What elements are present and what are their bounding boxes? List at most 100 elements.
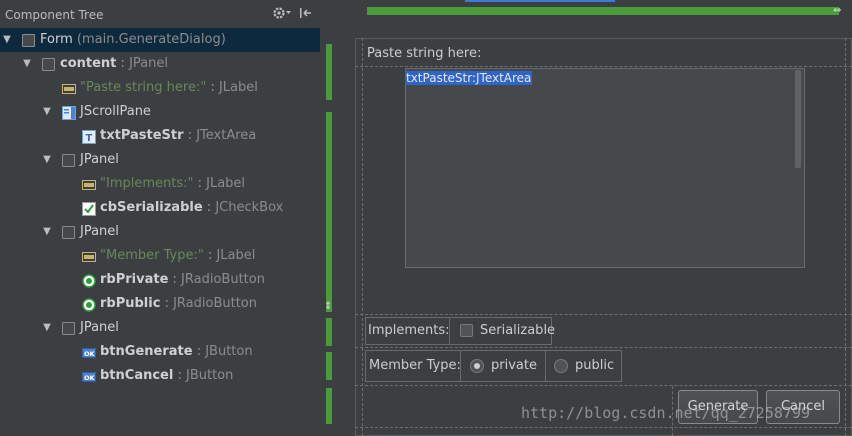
tree-item-name: JPanel	[80, 224, 119, 239]
tree-row-btncancel[interactable]: OK btnCancel : JButton	[0, 364, 320, 388]
tree-row-txtpastestr[interactable]: T txtPasteStr : JTextArea	[0, 124, 320, 148]
public-label[interactable]: public	[575, 358, 614, 373]
tree-item-name: JPanel	[80, 320, 119, 335]
resize-handle-icon[interactable]: ⇕	[324, 301, 332, 312]
member-type-label: Member Type:	[369, 358, 461, 373]
svg-text:OK: OK	[84, 350, 96, 358]
watermark: http://blog.csdn.net/qq_27258799	[521, 404, 810, 422]
panel-icon	[62, 322, 75, 335]
radio-selected-dot	[474, 363, 480, 369]
tree-item-name: Form	[40, 32, 73, 47]
serializable-checkbox[interactable]	[460, 324, 473, 337]
implements-label: Implements:	[368, 323, 450, 338]
svg-text:OK: OK	[84, 374, 96, 382]
expand-arrow-icon[interactable]: ▼	[20, 52, 34, 76]
grid-guide	[355, 66, 852, 67]
tree-row-jpanel-1[interactable]: ▼ JPanel	[0, 148, 320, 172]
tree-row-paste-label[interactable]: "Paste string here:" : JLabel	[0, 76, 320, 100]
tree-row-jpanel-2[interactable]: ▼ JPanel	[0, 220, 320, 244]
vertical-scrollbar[interactable]	[795, 70, 801, 168]
tree-row-rbprivate[interactable]: rbPrivate : JRadioButton	[0, 268, 320, 292]
tree-item-separator: :	[168, 272, 182, 287]
private-label[interactable]: private	[491, 358, 537, 373]
grid-guide	[355, 347, 852, 348]
tree-row-cbserializable[interactable]: cbSerializable : JCheckBox	[0, 196, 320, 220]
tree-item-name: content	[60, 56, 117, 71]
serializable-label[interactable]: Serializable	[480, 323, 555, 338]
tree-item-name: JScrollPane	[80, 104, 151, 119]
expand-arrow-icon[interactable]: ▼	[40, 220, 54, 244]
tree-item-separator: :	[116, 56, 130, 71]
tree-item-separator: :	[160, 296, 174, 311]
tree-item-name: btnGenerate	[100, 344, 193, 359]
tree-item-class: JRadioButton	[173, 296, 258, 311]
divider	[460, 350, 461, 382]
tree-row-content[interactable]: ▼ content : JPanel	[0, 52, 320, 76]
tree-item-name: "Paste string here:"	[80, 80, 207, 95]
tree-item-class: JButton	[205, 344, 253, 359]
panel-icon	[62, 154, 75, 167]
tree-item-name: "Implements:"	[100, 176, 194, 191]
hide-panel-icon[interactable]	[298, 5, 314, 21]
text-area-icon: T	[82, 129, 96, 144]
layout-guide-bar	[326, 318, 332, 346]
private-radio[interactable]	[470, 359, 484, 373]
tree-row-form[interactable]: ▼ Form (main.GenerateDialog)	[0, 28, 320, 52]
paste-text-area[interactable]	[405, 68, 805, 268]
expand-arrow-icon[interactable]: ▼	[40, 316, 54, 340]
tree-item-separator: :	[173, 368, 186, 383]
tree-item-class: JButton	[185, 368, 234, 383]
selection-indicator	[465, 0, 615, 2]
tree-item-separator: :	[206, 80, 219, 95]
tree-item-class: JPanel	[129, 56, 168, 71]
scroll-pane-icon	[62, 105, 76, 120]
expand-arrow-icon[interactable]: ▼	[0, 28, 14, 52]
tree-item-class: JRadioButton	[181, 272, 265, 287]
checkbox-checked-icon	[82, 201, 96, 216]
tree-row-member-type-label[interactable]: "Member Type:" : JLabel	[0, 244, 320, 268]
public-radio[interactable]	[554, 359, 568, 373]
tree-item-name: "Member Type:"	[100, 248, 204, 263]
paste-string-label: Paste string here:	[367, 46, 482, 61]
layout-guide-bar	[326, 388, 332, 424]
radio-button-icon	[82, 273, 96, 288]
layout-guide-bar	[326, 112, 332, 312]
tree-item-class: JLabel	[216, 248, 256, 263]
tree-item-name: btnCancel	[100, 368, 174, 383]
expand-arrow-icon[interactable]: ▼	[40, 100, 54, 124]
tree-item-name: rbPrivate	[100, 272, 169, 287]
tree-item-name: JPanel	[80, 152, 119, 167]
tree-row-rbpublic[interactable]: rbPublic : JRadioButton	[0, 292, 320, 316]
tree-item-separator: :	[203, 248, 217, 263]
abc-label-icon	[82, 177, 96, 191]
panel-icon	[42, 58, 55, 71]
svg-text:T: T	[86, 133, 93, 144]
divider	[545, 350, 546, 382]
tree-row-implements-label[interactable]: "Implements:" : JLabel	[0, 172, 320, 196]
gear-icon[interactable]	[272, 5, 292, 21]
tree-item-name: txtPasteStr	[100, 128, 184, 143]
panel-icon	[62, 226, 75, 239]
resize-handle-icon[interactable]: ⇔	[833, 5, 841, 16]
tree-item-class: JLabel	[218, 80, 258, 95]
tree-row-jpanel-3[interactable]: ▼ JPanel	[0, 316, 320, 340]
abc-label-icon	[82, 249, 96, 263]
layout-guide-bar	[326, 44, 332, 100]
ok-button-icon: OK	[82, 345, 96, 359]
component-tree-panel: Component Tree ▼ Form (main.GenerateDial…	[0, 0, 320, 436]
tree-row-btngenerate[interactable]: OK btnGenerate : JButton	[0, 340, 320, 364]
tree-row-scrollpane[interactable]: ▼ JScrollPane	[0, 100, 320, 124]
component-tree-header: Component Tree	[0, 0, 320, 29]
tree-item-separator: :	[202, 200, 216, 215]
expand-arrow-icon[interactable]: ▼	[40, 148, 54, 172]
tree-item-class: JTextArea	[196, 128, 257, 143]
tree-item-class: JCheckBox	[215, 200, 284, 215]
tree-item-separator: :	[192, 344, 206, 359]
tree-item-separator: :	[183, 128, 197, 143]
grid-guide	[362, 38, 363, 436]
abc-label-icon	[62, 81, 76, 95]
tree-item-name: cbSerializable	[100, 200, 203, 215]
grid-guide	[355, 427, 852, 428]
tree-item-class: (main.GenerateDialog)	[76, 32, 226, 47]
tree-item-separator: :	[193, 176, 207, 191]
